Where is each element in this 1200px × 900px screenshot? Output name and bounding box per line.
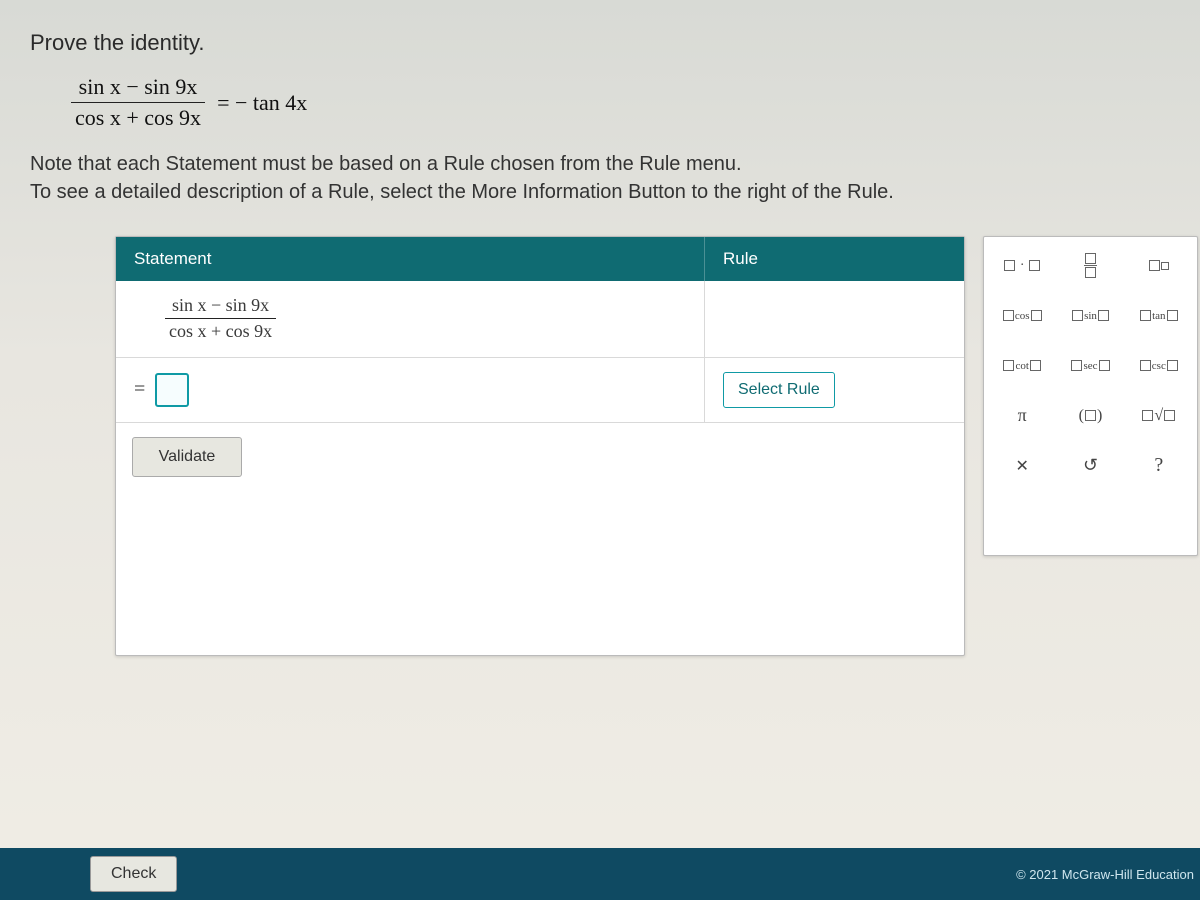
header-statement: Statement: [116, 237, 704, 281]
note-line-2: To see a detailed description of a Rule,…: [30, 181, 894, 203]
equals-sign: =: [134, 378, 145, 401]
stmt1-numerator: sin x − sin 9x: [168, 295, 273, 317]
instruction-note: Note that each Statement must be based o…: [30, 150, 1200, 206]
proof-row-1: sin x − sin 9x cos x + cos 9x: [116, 281, 964, 358]
palette-multiply[interactable]: ·: [992, 249, 1052, 283]
footer-bar: Check © 2021 McGraw-Hill Education: [0, 848, 1200, 900]
select-rule-button[interactable]: Select Rule: [723, 372, 835, 408]
sin-label: sin: [1084, 310, 1097, 322]
validate-button[interactable]: Validate: [132, 437, 242, 477]
cos-label: cos: [1015, 310, 1030, 322]
palette-csc[interactable]: csc: [1129, 349, 1189, 383]
identity-rhs: = − tan 4x: [217, 90, 307, 116]
statement-1-expression: sin x − sin 9x cos x + cos 9x: [159, 295, 686, 343]
note-line-1: Note that each Statement must be based o…: [30, 153, 742, 175]
proof-header: Statement Rule: [116, 237, 964, 281]
palette-cot[interactable]: cot: [992, 349, 1052, 383]
tan-label: tan: [1152, 310, 1165, 322]
prompt-title: Prove the identity.: [30, 30, 1200, 56]
palette-tan[interactable]: tan: [1129, 299, 1189, 333]
identity-equation: sin x − sin 9x cos x + cos 9x = − tan 4x: [65, 74, 1200, 132]
palette-help[interactable]: ?: [1129, 449, 1189, 483]
palette-sec[interactable]: sec: [1060, 349, 1120, 383]
cot-label: cot: [1015, 360, 1028, 372]
palette-undo[interactable]: ↺: [1060, 449, 1120, 483]
palette-cos[interactable]: cos: [992, 299, 1052, 333]
palette-power[interactable]: [1129, 249, 1189, 283]
palette-fraction[interactable]: [1060, 249, 1120, 283]
stmt1-denominator: cos x + cos 9x: [165, 321, 276, 343]
copyright-text: © 2021 McGraw-Hill Education: [1016, 867, 1200, 882]
palette-sqrt[interactable]: √: [1129, 399, 1189, 433]
expression-input[interactable]: [155, 373, 189, 407]
proof-row-input: = Select Rule: [116, 358, 964, 423]
identity-denominator: cos x + cos 9x: [71, 105, 205, 131]
check-button[interactable]: Check: [90, 856, 177, 892]
symbol-palette: · cos sin tan cot sec csc π () √ ✕ ↺ ?: [983, 236, 1198, 556]
sec-label: sec: [1083, 360, 1097, 372]
palette-clear[interactable]: ✕: [992, 449, 1052, 483]
proof-panel: Statement Rule sin x − sin 9x cos x + co…: [115, 236, 965, 656]
palette-parens[interactable]: (): [1060, 399, 1120, 433]
header-rule: Rule: [704, 237, 964, 281]
palette-pi[interactable]: π: [992, 399, 1052, 433]
csc-label: csc: [1152, 360, 1166, 372]
palette-sin[interactable]: sin: [1060, 299, 1120, 333]
identity-numerator: sin x − sin 9x: [75, 74, 202, 100]
